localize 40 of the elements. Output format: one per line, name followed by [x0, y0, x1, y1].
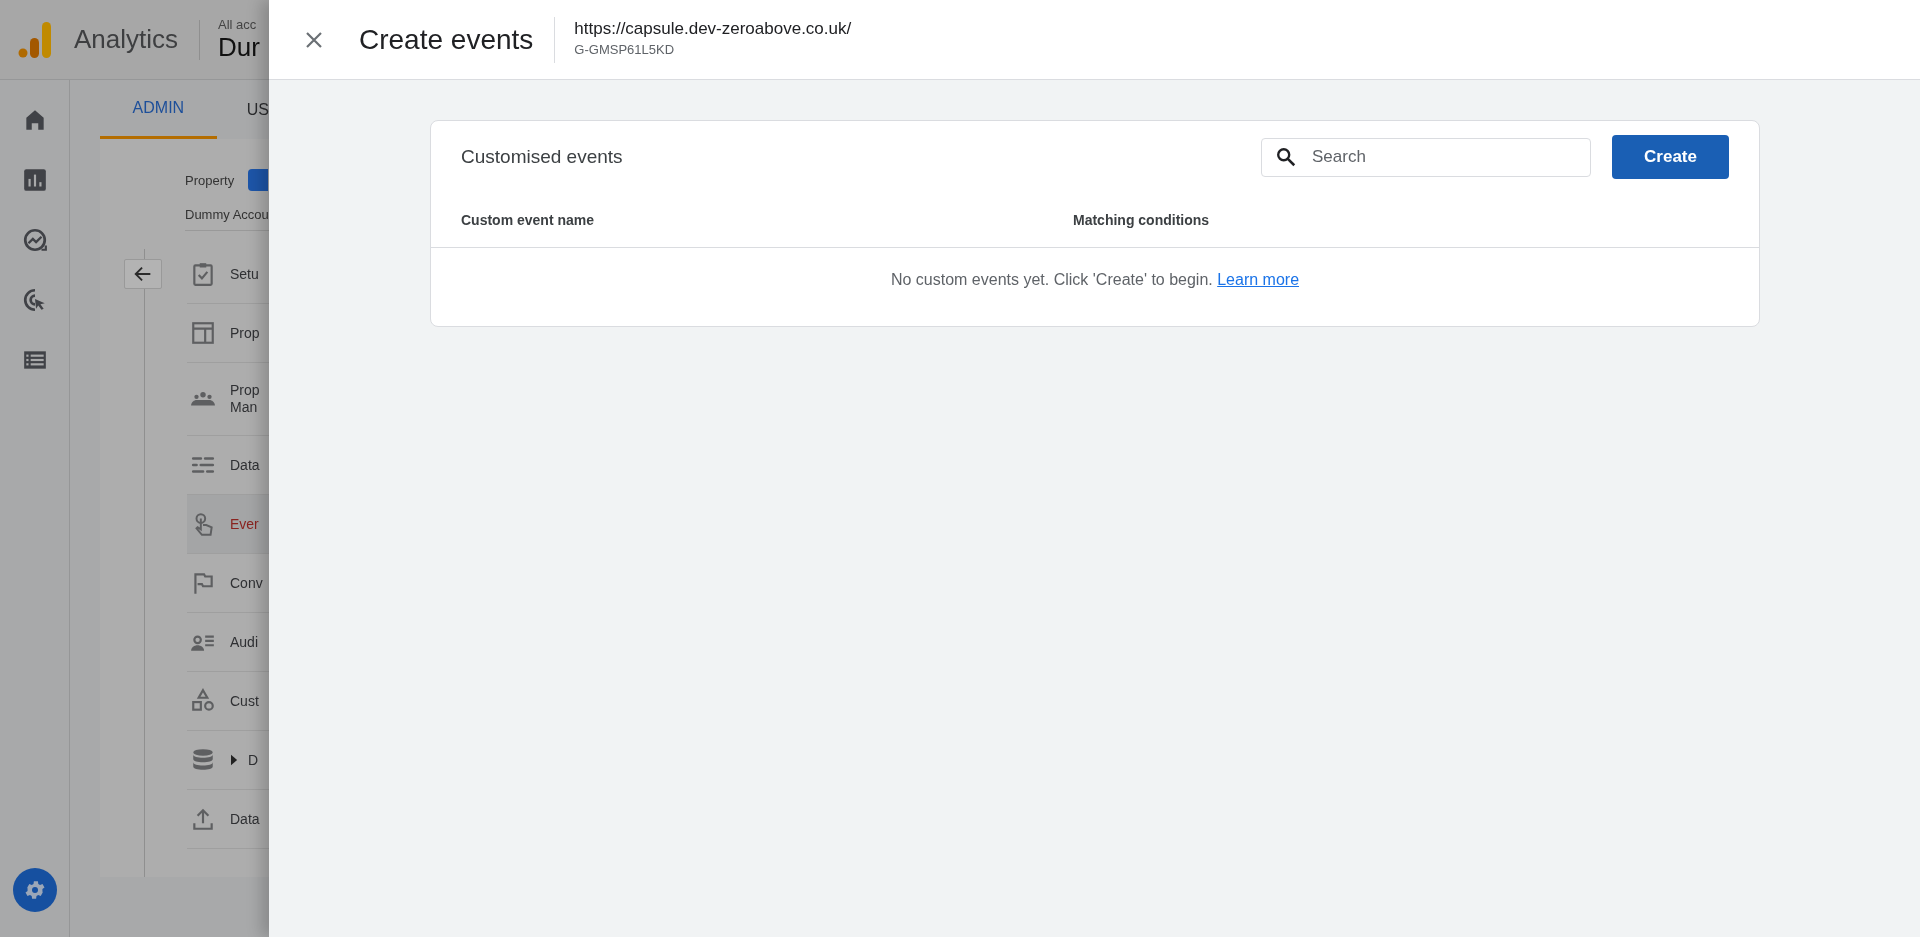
database-icon — [190, 747, 216, 773]
brand-name: Analytics — [74, 24, 179, 55]
settings-icon[interactable] — [12, 868, 57, 912]
learn-more-link[interactable]: Learn more — [1217, 271, 1300, 288]
nav-label: Data — [230, 810, 260, 828]
close-icon[interactable] — [304, 29, 324, 50]
property-selector-button[interactable] — [248, 169, 269, 191]
panel-title: Create events — [359, 23, 534, 56]
column-header: Custom event name — [461, 212, 596, 228]
nav-label: Prop — [230, 324, 260, 342]
upload-icon — [190, 806, 216, 832]
column-header: Matching conditions — [1073, 212, 1211, 228]
caret-icon[interactable] — [231, 754, 238, 766]
card-title: Customised events — [461, 146, 624, 168]
back-button[interactable] — [123, 259, 162, 289]
analytics-logo-icon — [18, 21, 52, 58]
nav-label: D — [248, 751, 259, 769]
nav-label: Data — [230, 456, 260, 474]
admin-tab[interactable]: US — [216, 80, 269, 139]
nav-item[interactable]: Ever — [187, 495, 269, 554]
bar-chart-icon[interactable] — [21, 167, 48, 193]
account-name[interactable]: Dur — [218, 32, 260, 62]
property-label: Property — [185, 172, 235, 188]
measurement-id: G-GMSP61L5KD — [574, 41, 676, 57]
clipboard-icon — [190, 261, 216, 287]
nav-label: Setu — [230, 265, 259, 283]
search-icon — [1275, 145, 1297, 168]
nav-label: Prop Man — [230, 382, 260, 416]
create-button[interactable]: Create — [1612, 135, 1729, 179]
empty-message: No custom events yet. Click 'Create' to begin. Learn more — [890, 271, 1300, 289]
nav-label: Ever — [230, 515, 259, 533]
account-label: All acc — [218, 17, 258, 32]
layout-icon — [190, 320, 216, 346]
trend-circle-icon[interactable] — [21, 227, 48, 253]
nav-label: Cust — [230, 692, 259, 710]
search-field[interactable]: Search — [1261, 137, 1591, 177]
nav-label: Conv — [230, 574, 263, 592]
nav-label: Audi — [230, 633, 259, 651]
stream-url: https://capsule.dev-zeroabove.co.uk/ — [574, 18, 852, 39]
shapes-icon — [190, 688, 216, 714]
